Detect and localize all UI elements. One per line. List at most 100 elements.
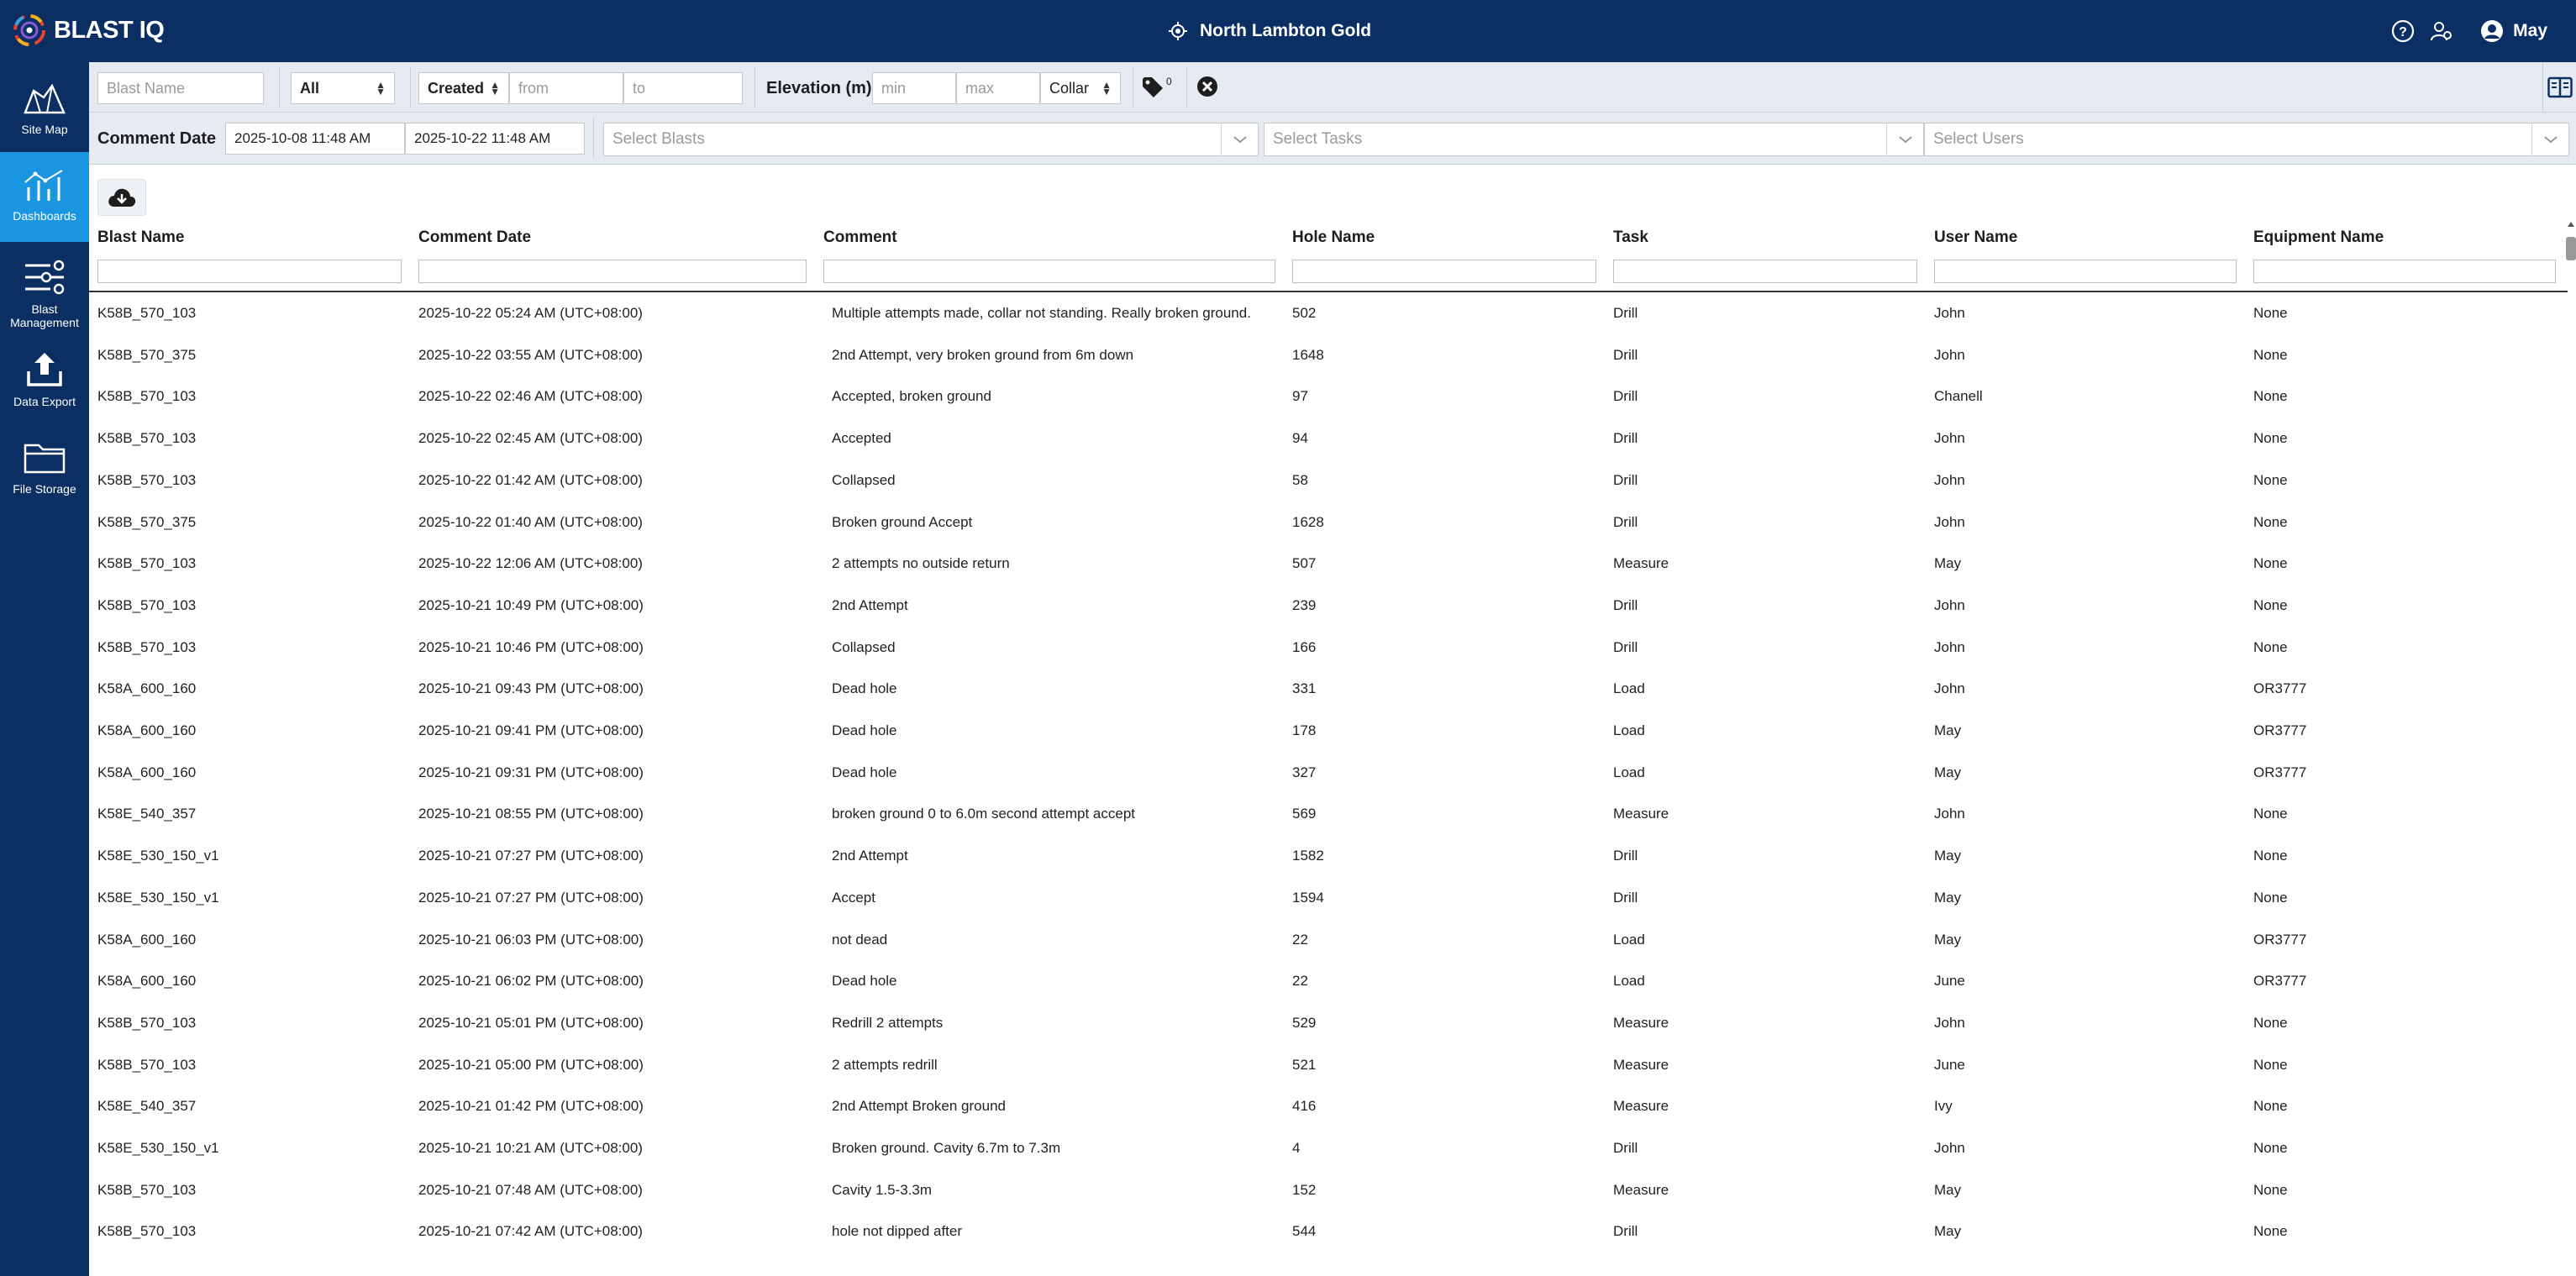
table-row[interactable]: K58B_570_103 2025-10-21 10:46 PM (UTC+08:… — [89, 627, 2568, 669]
download-button[interactable] — [97, 179, 146, 216]
table-row[interactable]: K58A_600_160 2025-10-21 09:41 PM (UTC+08:… — [89, 710, 2568, 752]
blast-name-cell: K58E_530_150_v1 — [97, 848, 219, 864]
sidebar-item-blast-management[interactable]: Blast Management — [0, 249, 89, 341]
sidebar-item-file-storage[interactable]: File Storage — [0, 432, 89, 516]
table-row[interactable]: K58B_570_103 2025-10-22 02:45 AM (UTC+08:… — [89, 417, 2568, 459]
table-row[interactable]: K58B_570_103 2025-10-21 07:42 AM (UTC+08:… — [89, 1210, 2568, 1252]
scrollbar-thumb[interactable] — [2566, 237, 2576, 260]
task-column-filter[interactable] — [1613, 260, 1917, 283]
table-row[interactable]: K58B_570_103 2025-10-21 07:48 AM (UTC+08:… — [89, 1169, 2568, 1211]
select-users-dropdown[interactable]: Select Users — [1924, 123, 2569, 156]
task-cell: Drill — [1613, 388, 1638, 405]
select-tasks-dropdown[interactable]: Select Tasks — [1264, 123, 1924, 156]
comment-cell: Redrill 2 attempts — [832, 1014, 944, 1031]
site-selector[interactable]: North Lambton Gold — [1168, 15, 1371, 47]
blast-name-cell: K58B_570_103 — [97, 1181, 197, 1198]
status-select[interactable]: All ▲ ▼ — [291, 72, 395, 104]
table-row[interactable]: K58E_530_150_v1 2025-10-21 10:21 AM (UTC+… — [89, 1127, 2568, 1169]
table-row[interactable]: K58B_570_375 2025-10-22 01:40 AM (UTC+08:… — [89, 501, 2568, 543]
table-scrollbar[interactable] — [2566, 222, 2576, 1276]
user-settings-icon[interactable] — [2429, 18, 2454, 44]
hole-name-cell: 22 — [1292, 973, 1308, 990]
scroll-up-arrow-icon[interactable] — [2568, 222, 2574, 227]
comment-date-cell: 2025-10-21 10:49 PM (UTC+08:00) — [418, 596, 644, 613]
column-header-hole-name[interactable]: Hole Name — [1292, 228, 1375, 247]
table-row[interactable]: K58E_530_150_v1 2025-10-21 07:27 PM (UTC+… — [89, 835, 2568, 877]
comment-date-from-input[interactable]: 2025-10-08 11:48 AM — [225, 123, 405, 155]
comment-cell: Multiple attempts made, collar not stand… — [832, 305, 1251, 321]
user-menu[interactable]: May — [2479, 18, 2547, 44]
comment-date-cell: 2025-10-22 01:40 AM (UTC+08:00) — [418, 513, 643, 530]
sidebar-item-site-map[interactable]: Site Map — [0, 72, 89, 151]
table-row[interactable]: K58B_570_103 2025-10-22 05:24 AM (UTC+08:… — [89, 292, 2568, 334]
user-name-column-filter[interactable] — [1934, 260, 2237, 283]
comment-cell: Collapsed — [832, 471, 896, 488]
comment-date-to-input[interactable]: 2025-10-22 11:48 AM — [405, 123, 585, 155]
elevation-max-input[interactable]: max — [956, 72, 1040, 104]
divider — [593, 118, 594, 158]
comment-column-filter[interactable] — [823, 260, 1275, 283]
select-users-placeholder: Select Users — [1933, 130, 2024, 148]
select-arrows-icon: ▲ ▼ — [1101, 79, 1112, 97]
column-header-comment[interactable]: Comment — [823, 228, 897, 247]
hole-name-cell: 507 — [1292, 555, 1317, 572]
blast-name-input[interactable]: Blast Name — [97, 72, 264, 104]
divider — [754, 67, 755, 108]
cloud-download-icon — [108, 188, 136, 207]
table-row[interactable]: K58A_600_160 2025-10-21 06:03 PM (UTC+08:… — [89, 919, 2568, 961]
comment-cell: Dead hole — [832, 722, 897, 738]
table-row[interactable]: K58E_540_357 2025-10-21 08:55 PM (UTC+08:… — [89, 793, 2568, 835]
table-row[interactable]: K58E_540_357 2025-10-21 01:42 PM (UTC+08:… — [89, 1085, 2568, 1127]
panel-toggle-button[interactable] — [2542, 62, 2576, 113]
user-name: May — [2513, 21, 2547, 40]
task-cell: Drill — [1613, 1223, 1638, 1240]
column-header-task[interactable]: Task — [1613, 228, 1648, 247]
column-header-user-name[interactable]: User Name — [1934, 228, 2017, 247]
help-icon[interactable]: ? — [2390, 18, 2416, 44]
blast-filter-bar: Blast Name All ▲ ▼ Created ▲ ▼ from to Ele… — [89, 62, 2576, 113]
table-row[interactable]: K58B_570_103 2025-10-21 05:00 PM (UTC+08:… — [89, 1044, 2568, 1086]
chevron-down-icon — [2531, 123, 2568, 155]
table-row[interactable]: K58B_570_103 2025-10-22 12:06 AM (UTC+08:… — [89, 543, 2568, 585]
hole-name-cell: 502 — [1292, 305, 1317, 321]
clear-filters-button[interactable] — [1196, 76, 1220, 99]
table-row[interactable]: K58A_600_160 2025-10-21 06:02 PM (UTC+08:… — [89, 960, 2568, 1002]
blastiq-logo[interactable]: BLAST IQ — [12, 12, 165, 49]
select-blasts-dropdown[interactable]: Select Blasts — [603, 123, 1259, 156]
sidebar-item-data-export[interactable]: Data Export — [0, 343, 89, 427]
column-header-equipment-name[interactable]: Equipment Name — [2253, 228, 2384, 247]
table-row[interactable]: K58B_570_375 2025-10-22 03:55 AM (UTC+08:… — [89, 334, 2568, 376]
user-name-cell: May — [1934, 848, 1962, 864]
table-row[interactable]: K58B_570_103 2025-10-22 02:46 AM (UTC+08:… — [89, 375, 2568, 417]
date-to-input[interactable]: to — [623, 72, 743, 104]
date-type-select[interactable]: Created ▲ ▼ — [418, 72, 509, 104]
sidebar-item-dashboards[interactable]: Dashboards — [0, 152, 89, 242]
comment-date-column-filter[interactable] — [418, 260, 807, 283]
equipment-name-cell: None — [2253, 1140, 2288, 1156]
elevation-type-select[interactable]: Collar ▲ ▼ — [1040, 72, 1121, 104]
status-select-value: All — [300, 79, 320, 97]
date-from-input[interactable]: from — [509, 72, 623, 104]
hole-name-column-filter[interactable] — [1292, 260, 1596, 283]
table-row[interactable]: K58B_570_103 2025-10-21 05:01 PM (UTC+08:… — [89, 1002, 2568, 1044]
comment-cell: Broken ground Accept — [832, 513, 973, 530]
tag-filter-button[interactable]: 0 — [1141, 72, 1180, 102]
table-row[interactable]: K58A_600_160 2025-10-21 09:31 PM (UTC+08:… — [89, 752, 2568, 794]
table-row[interactable]: K58B_570_103 2025-10-21 10:49 PM (UTC+08:… — [89, 585, 2568, 627]
elevation-min-input[interactable]: min — [872, 72, 956, 104]
hole-name-cell: 178 — [1292, 722, 1317, 738]
table-row[interactable]: K58A_600_160 2025-10-21 09:43 PM (UTC+08:… — [89, 668, 2568, 710]
blast-name-column-filter[interactable] — [97, 260, 402, 283]
clear-circle-icon — [1197, 76, 1217, 97]
blastiq-logo-icon — [13, 14, 45, 46]
table-row[interactable]: K58B_570_103 2025-10-22 01:42 AM (UTC+08:… — [89, 459, 2568, 501]
equipment-name-column-filter[interactable] — [2253, 260, 2556, 283]
table-row[interactable]: K58E_530_150_v1 2025-10-21 07:27 PM (UTC+… — [89, 877, 2568, 919]
column-header-comment-date[interactable]: Comment Date — [418, 228, 531, 247]
user-name-cell: May — [1934, 1181, 1962, 1198]
column-header-blast-name[interactable]: Blast Name — [97, 228, 185, 247]
comment-date-cell: 2025-10-21 07:48 AM (UTC+08:00) — [418, 1181, 643, 1198]
user-name-cell: John — [1934, 638, 1965, 655]
comment-cell: broken ground 0 to 6.0m second attempt a… — [832, 806, 1136, 822]
equipment-name-cell: OR3777 — [2253, 931, 2307, 948]
